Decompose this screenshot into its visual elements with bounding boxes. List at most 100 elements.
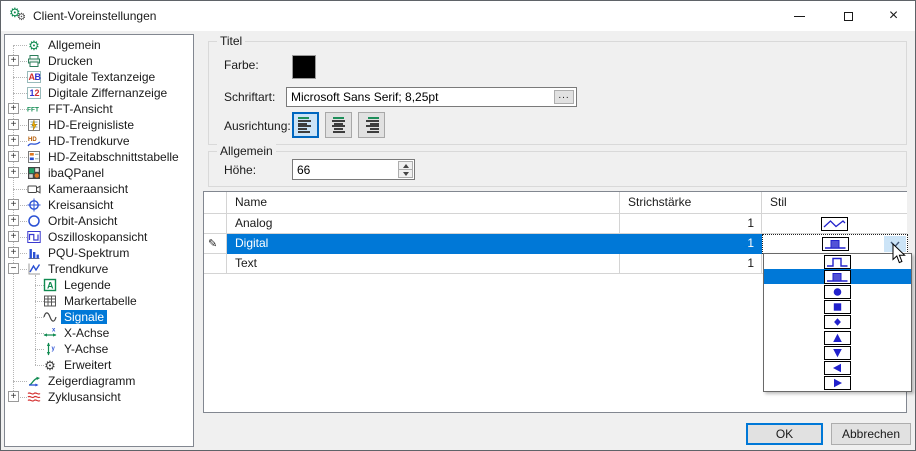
- expand-plus-icon[interactable]: +: [8, 55, 19, 66]
- row-header-analog[interactable]: [204, 214, 227, 234]
- align-center-button[interactable]: [325, 112, 352, 138]
- cell-strichstaerke-digital[interactable]: 1: [620, 234, 762, 254]
- row-header-text[interactable]: [204, 254, 227, 274]
- tree-item-label[interactable]: FFT-Ansicht: [45, 102, 116, 116]
- expand-plus-icon[interactable]: +: [8, 103, 19, 114]
- tree-item-label[interactable]: ibaQPanel: [45, 166, 107, 180]
- stil-option-triangle-up[interactable]: [764, 330, 911, 345]
- tree-item-label[interactable]: Signale: [61, 310, 108, 324]
- tree-item-signale[interactable]: Signale: [5, 309, 193, 325]
- stil-option-step-filled[interactable]: [764, 269, 911, 285]
- tree-item-digitale-ziffernanzeige[interactable]: 1 2 Digitale Ziffernanzeige: [5, 85, 193, 101]
- stil-option-triangle-left[interactable]: [764, 361, 911, 376]
- tree-item-allgemein[interactable]: ⚙ Allgemein: [5, 37, 193, 53]
- tree-item-zyklusansicht[interactable]: + Zyklusansicht: [5, 389, 193, 405]
- expand-plus-icon[interactable]: +: [8, 247, 19, 258]
- tree-item-trendkurve[interactable]: − Trendkurve: [5, 261, 193, 277]
- expand-plus-icon[interactable]: +: [8, 119, 19, 130]
- marker-step-filled-icon: [824, 269, 851, 284]
- tree-item-label[interactable]: Oszilloskopansicht: [45, 230, 150, 244]
- titlebar[interactable]: ⚙ ⚙ Client-Voreinstellungen ×: [1, 1, 915, 31]
- tree-item-hd-trendkurve[interactable]: + HD HD-Trendkurve: [5, 133, 193, 149]
- ok-button[interactable]: OK: [746, 423, 823, 445]
- cell-name-text[interactable]: Text: [227, 254, 620, 274]
- tree-item-label[interactable]: Zyklusansicht: [45, 390, 124, 404]
- maximize-button[interactable]: [825, 1, 871, 31]
- expand-plus-icon[interactable]: +: [8, 231, 19, 242]
- close-button[interactable]: ×: [872, 1, 915, 31]
- stil-option-triangle-down[interactable]: [764, 345, 911, 360]
- hoehe-spin-down-button[interactable]: [398, 170, 413, 178]
- tree-item-label[interactable]: HD-Ereignisliste: [45, 118, 137, 132]
- tree-item-label[interactable]: Zeigerdiagramm: [45, 374, 138, 388]
- svg-text:x: x: [52, 328, 56, 334]
- schriftart-input[interactable]: [289, 89, 551, 105]
- expand-plus-icon[interactable]: +: [8, 391, 19, 402]
- tree-item-label[interactable]: HD-Trendkurve: [45, 134, 133, 148]
- tree-item-legende[interactable]: A Legende: [5, 277, 193, 293]
- tree-item-zeigerdiagramm[interactable]: Zeigerdiagramm: [5, 373, 193, 389]
- tree-item-label[interactable]: Trendkurve: [45, 262, 111, 276]
- collapse-minus-icon[interactable]: −: [8, 263, 19, 274]
- expand-plus-icon[interactable]: +: [8, 151, 19, 162]
- tree-item-label[interactable]: Digitale Textanzeige: [45, 70, 158, 84]
- tree-item-y-achse[interactable]: y Y-Achse: [5, 341, 193, 357]
- tree-item-x-achse[interactable]: x X-Achse: [5, 325, 193, 341]
- expand-plus-icon[interactable]: +: [8, 215, 19, 226]
- schriftart-browse-button[interactable]: ...: [554, 90, 574, 104]
- cell-stil-digital[interactable]: [762, 234, 908, 254]
- tree-item-markertabelle[interactable]: Markertabelle: [5, 293, 193, 309]
- hoehe-spin-up-button[interactable]: [398, 161, 413, 170]
- tree-item-label[interactable]: Orbit-Ansicht: [45, 214, 120, 228]
- tree-item-digitale-textanzeige[interactable]: A B Digitale Textanzeige: [5, 69, 193, 85]
- tree-item-kameraansicht[interactable]: Kameraansicht: [5, 181, 193, 197]
- expand-plus-icon[interactable]: +: [8, 167, 19, 178]
- cell-stil-analog[interactable]: [762, 214, 907, 234]
- stil-option-triangle-right[interactable]: [764, 376, 911, 391]
- cancel-button[interactable]: Abbrechen: [831, 423, 911, 445]
- cell-name-digital[interactable]: Digital: [227, 234, 620, 254]
- minimize-button[interactable]: [776, 1, 822, 31]
- tree-item-label[interactable]: HD-Zeitabschnittstabelle: [45, 150, 182, 164]
- align-right-button[interactable]: [358, 112, 385, 138]
- tree-item-label[interactable]: Allgemein: [45, 38, 104, 52]
- tree-item-drucken[interactable]: + Drucken: [5, 53, 193, 69]
- tree-item-label[interactable]: Markertabelle: [61, 294, 140, 308]
- tree-item-hd-zeitabschnittstabelle[interactable]: + HD-Zeitabschnittstabelle: [5, 149, 193, 165]
- tree-item-label[interactable]: Legende: [61, 278, 114, 292]
- tree-item-pqu-spektrum[interactable]: + PQU-Spektrum: [5, 245, 193, 261]
- stil-option-circle[interactable]: [764, 284, 911, 300]
- tree-item-fft-ansicht[interactable]: + FFT FFT-Ansicht: [5, 101, 193, 117]
- tree-item-orbit-ansicht[interactable]: + Orbit-Ansicht: [5, 213, 193, 229]
- column-header-stil[interactable]: Stil: [762, 192, 907, 214]
- tree-item-hd-ereignisliste[interactable]: + HD-Ereignisliste: [5, 117, 193, 133]
- expand-plus-icon[interactable]: +: [8, 199, 19, 210]
- stil-option-square[interactable]: [764, 300, 911, 315]
- column-header-strichstaerke[interactable]: Strichstärke: [620, 192, 762, 214]
- row-header-digital[interactable]: ✎: [204, 234, 227, 254]
- stil-option-step-outline[interactable]: [764, 254, 911, 269]
- allgemein-group-label: Allgemein: [217, 144, 276, 158]
- tree-item-label[interactable]: Kreisansicht: [45, 198, 116, 212]
- tree-item-oszilloskopansicht[interactable]: + Oszilloskopansicht: [5, 229, 193, 245]
- tree-item-label[interactable]: Drucken: [45, 54, 96, 68]
- cell-strichstaerke-text[interactable]: 1: [620, 254, 762, 274]
- tree-item-label[interactable]: X-Achse: [61, 326, 112, 340]
- align-left-button[interactable]: [292, 112, 319, 138]
- tree-item-erweitert[interactable]: ⚙ Erweitert: [5, 357, 193, 373]
- tree-item-label[interactable]: PQU-Spektrum: [45, 246, 132, 260]
- farbe-swatch[interactable]: [292, 55, 316, 79]
- expand-plus-icon[interactable]: +: [8, 135, 19, 146]
- column-header-name[interactable]: Name: [227, 192, 620, 214]
- hoehe-input[interactable]: [295, 161, 391, 178]
- tree-item-label[interactable]: Y-Achse: [61, 342, 111, 356]
- tree-item-kreisansicht[interactable]: + Kreisansicht: [5, 197, 193, 213]
- tree-item-label[interactable]: Digitale Ziffernanzeige: [45, 86, 170, 100]
- stil-option-diamond[interactable]: [764, 315, 911, 330]
- cell-name-analog[interactable]: Analog: [227, 214, 620, 234]
- tree-item-label[interactable]: Erweitert: [61, 358, 114, 372]
- alignment-buttons: [292, 112, 385, 138]
- tree-item-label[interactable]: Kameraansicht: [45, 182, 131, 196]
- tree-item-ibaqpanel[interactable]: + ibaQPanel: [5, 165, 193, 181]
- cell-strichstaerke-analog[interactable]: 1: [620, 214, 762, 234]
